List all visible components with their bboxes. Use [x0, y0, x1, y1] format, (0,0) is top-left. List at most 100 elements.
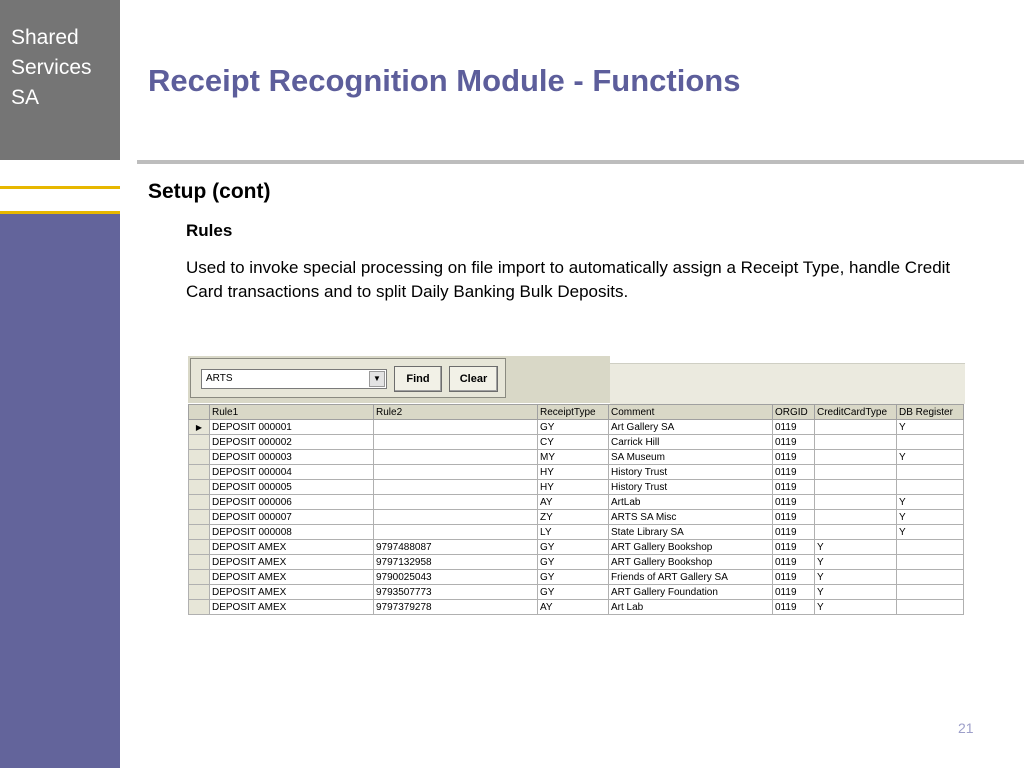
table-row[interactable]: ▶ DEPOSIT 000001 GY Art Gallery SA 0119 Y [188, 419, 964, 435]
cell-rule1[interactable]: DEPOSIT AMEX [209, 599, 374, 615]
cell-dbregister[interactable]: Y [896, 419, 964, 435]
cell-rule1[interactable]: DEPOSIT 000007 [209, 509, 374, 525]
cell-receipttype[interactable]: HY [537, 479, 609, 495]
cell-rule1[interactable]: DEPOSIT AMEX [209, 539, 374, 555]
cell-comment[interactable]: Art Lab [608, 599, 773, 615]
cell-receipttype[interactable]: GY [537, 569, 609, 585]
cell-rule1[interactable]: DEPOSIT AMEX [209, 554, 374, 570]
cell-dbregister[interactable] [896, 554, 964, 570]
cell-rule1[interactable]: DEPOSIT 000004 [209, 464, 374, 480]
cell-rule2[interactable] [373, 449, 538, 465]
cell-rule2[interactable] [373, 464, 538, 480]
cell-rule2[interactable] [373, 524, 538, 540]
table-row[interactable]: DEPOSIT 000003 MY SA Museum 0119 Y [188, 449, 964, 465]
table-row[interactable]: DEPOSIT 000006 AY ArtLab 0119 Y [188, 494, 964, 510]
cell-comment[interactable]: State Library SA [608, 524, 773, 540]
row-selector[interactable] [188, 554, 210, 570]
cell-rule1[interactable]: DEPOSIT 000006 [209, 494, 374, 510]
cell-dbregister[interactable]: Y [896, 449, 964, 465]
cell-rule2[interactable]: 9797488087 [373, 539, 538, 555]
table-row[interactable]: DEPOSIT AMEX 9797488087 GY ART Gallery Book… [188, 539, 964, 555]
cell-creditcardtype[interactable]: Y [814, 539, 897, 555]
table-row[interactable]: DEPOSIT 000004 HY History Trust 0119 [188, 464, 964, 480]
cell-orgid[interactable]: 0119 [772, 509, 815, 525]
cell-rule2[interactable] [373, 509, 538, 525]
row-selector[interactable] [188, 524, 210, 540]
cell-creditcardtype[interactable] [814, 464, 897, 480]
row-selector[interactable] [188, 569, 210, 585]
cell-dbregister[interactable] [896, 434, 964, 450]
cell-creditcardtype[interactable]: Y [814, 569, 897, 585]
cell-rule1[interactable]: DEPOSIT 000001 [209, 419, 374, 435]
filter-dropdown[interactable]: ARTS ▼ [201, 369, 387, 389]
cell-comment[interactable]: ArtLab [608, 494, 773, 510]
table-row[interactable]: DEPOSIT AMEX 9797132958 GY ART Gallery Book… [188, 554, 964, 570]
cell-orgid[interactable]: 0119 [772, 464, 815, 480]
cell-creditcardtype[interactable] [814, 419, 897, 435]
cell-comment[interactable]: ART Gallery Bookshop [608, 554, 773, 570]
cell-receipttype[interactable]: HY [537, 464, 609, 480]
column-header-orgid[interactable]: ORGID [772, 404, 815, 420]
row-selector[interactable] [188, 494, 210, 510]
column-header-dbregister[interactable]: DB Register [896, 404, 964, 420]
cell-rule2[interactable] [373, 479, 538, 495]
cell-rule2[interactable] [373, 419, 538, 435]
cell-receipttype[interactable]: GY [537, 539, 609, 555]
cell-rule2[interactable] [373, 434, 538, 450]
cell-creditcardtype[interactable] [814, 479, 897, 495]
cell-orgid[interactable]: 0119 [772, 569, 815, 585]
cell-creditcardtype[interactable]: Y [814, 554, 897, 570]
cell-dbregister[interactable] [896, 569, 964, 585]
cell-rule1[interactable]: DEPOSIT AMEX [209, 584, 374, 600]
cell-orgid[interactable]: 0119 [772, 584, 815, 600]
table-row[interactable]: DEPOSIT 000007 ZY ARTS SA Misc 0119 Y [188, 509, 964, 525]
cell-orgid[interactable]: 0119 [772, 554, 815, 570]
cell-orgid[interactable]: 0119 [772, 434, 815, 450]
cell-rule2[interactable]: 9793507773 [373, 584, 538, 600]
cell-dbregister[interactable] [896, 539, 964, 555]
cell-dbregister[interactable] [896, 584, 964, 600]
cell-rule1[interactable]: DEPOSIT 000003 [209, 449, 374, 465]
cell-creditcardtype[interactable] [814, 509, 897, 525]
table-row[interactable]: DEPOSIT AMEX 9790025043 GY Friends of ART G… [188, 569, 964, 585]
column-header-rule1[interactable]: Rule1 [209, 404, 374, 420]
cell-comment[interactable]: ART Gallery Foundation [608, 584, 773, 600]
cell-orgid[interactable]: 0119 [772, 449, 815, 465]
cell-rule2[interactable]: 9790025043 [373, 569, 538, 585]
row-selector[interactable] [188, 434, 210, 450]
cell-dbregister[interactable] [896, 479, 964, 495]
cell-orgid[interactable]: 0119 [772, 479, 815, 495]
row-selector[interactable] [188, 584, 210, 600]
cell-rule1[interactable]: DEPOSIT AMEX [209, 569, 374, 585]
cell-comment[interactable]: Friends of ART Gallery SA [608, 569, 773, 585]
cell-comment[interactable]: ARTS SA Misc [608, 509, 773, 525]
cell-comment[interactable]: History Trust [608, 479, 773, 495]
table-row[interactable]: DEPOSIT 000002 CY Carrick Hill 0119 [188, 434, 964, 450]
row-selector[interactable] [188, 599, 210, 615]
cell-creditcardtype[interactable] [814, 524, 897, 540]
cell-dbregister[interactable]: Y [896, 524, 964, 540]
table-row[interactable]: DEPOSIT AMEX 9797379278 AY Art Lab 0119 Y [188, 599, 964, 615]
cell-comment[interactable]: Art Gallery SA [608, 419, 773, 435]
row-selector[interactable] [188, 449, 210, 465]
table-row[interactable]: DEPOSIT 000005 HY History Trust 0119 [188, 479, 964, 495]
row-selector[interactable] [188, 509, 210, 525]
cell-creditcardtype[interactable] [814, 494, 897, 510]
cell-receipttype[interactable]: CY [537, 434, 609, 450]
cell-receipttype[interactable]: LY [537, 524, 609, 540]
column-header-rule2[interactable]: Rule2 [373, 404, 538, 420]
cell-rule1[interactable]: DEPOSIT 000002 [209, 434, 374, 450]
column-header-comment[interactable]: Comment [608, 404, 773, 420]
cell-dbregister[interactable]: Y [896, 494, 964, 510]
cell-comment[interactable]: Carrick Hill [608, 434, 773, 450]
cell-comment[interactable]: History Trust [608, 464, 773, 480]
cell-creditcardtype[interactable] [814, 449, 897, 465]
column-header-creditcardtype[interactable]: CreditCardType [814, 404, 897, 420]
cell-receipttype[interactable]: GY [537, 419, 609, 435]
cell-orgid[interactable]: 0119 [772, 539, 815, 555]
cell-rule2[interactable] [373, 494, 538, 510]
cell-orgid[interactable]: 0119 [772, 494, 815, 510]
row-selector[interactable] [188, 464, 210, 480]
cell-receipttype[interactable]: ZY [537, 509, 609, 525]
cell-creditcardtype[interactable] [814, 434, 897, 450]
